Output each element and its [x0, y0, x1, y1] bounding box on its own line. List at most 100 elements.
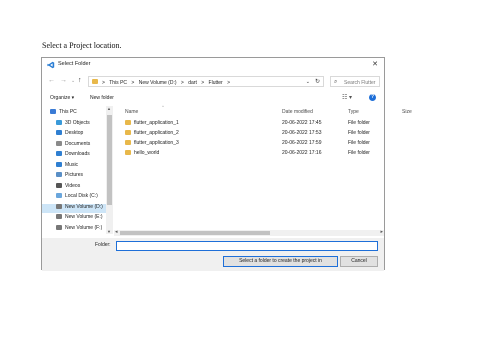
search-input[interactable]: Search Flutter [344, 80, 375, 86]
folder-field[interactable] [116, 241, 378, 251]
sidebar-item[interactable]: New Volume (F:) [56, 224, 103, 234]
sidebar-item-label: 3D Objects [65, 119, 90, 126]
organize-button[interactable]: Organize ▾ [50, 95, 74, 101]
breadcrumb-separator: > [227, 79, 231, 86]
address-dropdown-icon[interactable]: ⌄ [306, 79, 310, 85]
breadcrumb-separator: > [102, 79, 105, 86]
breadcrumb-separator: > [131, 79, 135, 86]
file-row[interactable]: flutter_application_1 20-06-2022 17:45 Fil… [116, 118, 384, 127]
file-type: File folder [348, 150, 370, 156]
navigation-scrollbar[interactable]: ▲ ▼ [106, 106, 113, 234]
column-header-date[interactable]: Date modified [282, 109, 313, 115]
drive-icon [56, 203, 62, 209]
sidebar-item-label: Videos [65, 182, 81, 189]
sidebar-item[interactable]: New Volume (D:) [42, 203, 106, 213]
refresh-icon[interactable]: ↻ [315, 78, 320, 85]
back-arrow-icon[interactable]: ← [48, 77, 55, 84]
breadcrumb-separator: > [180, 79, 184, 86]
document-icon [56, 140, 62, 146]
sidebar-item[interactable]: 3D Objects [56, 119, 90, 129]
sidebar-item-label: New Volume (F:) [65, 224, 103, 231]
sidebar-item-label: This PC [59, 109, 77, 115]
breadcrumb-this-pc[interactable]: This PC [109, 80, 127, 86]
command-bar: Organize ▾ New folder ☷ ▾ ? [42, 93, 384, 105]
pictures-icon [56, 172, 62, 177]
folder-icon [125, 150, 131, 155]
sidebar-item-label: Downloads [65, 151, 90, 157]
sidebar-item[interactable]: Documents [56, 140, 91, 150]
sidebar-item-label: Desktop [65, 130, 84, 136]
file-type: File folder [348, 120, 370, 126]
file-row[interactable]: hello_world 20-06-2022 17:16 File folder [116, 148, 384, 157]
recent-locations-chevron-icon[interactable]: ⌄ [71, 78, 75, 84]
new-folder-button[interactable]: New folder [90, 95, 114, 101]
search-icon: ⌕ [334, 78, 338, 85]
scroll-up-icon[interactable]: ▲ [107, 106, 111, 111]
up-arrow-icon[interactable]: ↑ [78, 77, 82, 84]
file-name: flutter_application_3 [134, 140, 179, 146]
sidebar-item[interactable]: New Volume (E:) [56, 214, 103, 223]
drive-icon [56, 193, 62, 198]
close-icon[interactable]: ✕ [372, 60, 378, 68]
sort-up-icon: ^ [162, 104, 164, 109]
file-name: flutter_application_2 [134, 130, 179, 136]
page-caption: Select a Project location. [42, 41, 122, 50]
sidebar-item[interactable]: Desktop [56, 130, 83, 139]
file-date: 20-06-2022 17:45 [282, 120, 322, 126]
sidebar-item-label: Music [65, 161, 79, 168]
title-bar: Select Folder ✕ [42, 58, 384, 72]
help-icon[interactable]: ? [369, 94, 376, 101]
sidebar-item-label: New Volume (D:) [65, 203, 103, 210]
horizontal-scrollbar[interactable]: ◂ ▸ [114, 229, 384, 236]
sidebar-item[interactable]: Pictures [56, 172, 83, 181]
address-bar[interactable]: > This PC > New Volume (D:) > dart > Flu… [88, 76, 324, 87]
file-row[interactable]: flutter_application_3 20-06-2022 17:59 Fil… [116, 138, 384, 147]
scroll-right-icon[interactable]: ▸ [380, 229, 383, 235]
column-header-size[interactable]: Size [402, 109, 412, 115]
breadcrumb-flutter[interactable]: Flutter [209, 80, 223, 86]
video-icon [56, 182, 62, 188]
view-options-icon[interactable]: ☷ ▾ [342, 94, 352, 101]
column-header-name[interactable]: Name [125, 109, 138, 115]
cancel-button[interactable]: Cancel [340, 256, 378, 267]
file-date: 20-06-2022 17:53 [282, 130, 322, 136]
folder-label: Folder: [95, 242, 111, 248]
dialog-title: Select Folder [58, 61, 91, 67]
dialog-footer: Folder: Select a folder to create the pr… [42, 238, 384, 271]
file-row[interactable]: flutter_application_2 20-06-2022 17:53 Fil… [116, 128, 384, 137]
sidebar-item[interactable]: This PC [50, 109, 77, 118]
sidebar-item[interactable]: Local Disk (C:) [56, 193, 98, 202]
file-type: File folder [348, 130, 370, 136]
vscode-icon [47, 61, 55, 69]
file-date: 20-06-2022 17:59 [282, 140, 322, 146]
sidebar-item[interactable]: Music [56, 161, 79, 171]
search-box[interactable]: ⌕ Search Flutter [330, 76, 380, 87]
file-name: hello_world [134, 150, 160, 156]
scrollbar-thumb[interactable] [120, 231, 270, 235]
folder-icon [92, 79, 98, 84]
forward-arrow-icon[interactable]: → [60, 77, 67, 84]
file-list: Name ^ Date modified Type Size flutter_a… [116, 104, 412, 228]
navigation-row: ← → ⌄ ↑ > This PC > New Volume (D:) > da… [42, 74, 384, 90]
pc-icon [50, 109, 56, 114]
breadcrumb-dart[interactable]: dart [188, 80, 197, 86]
file-type: File folder [348, 140, 370, 146]
file-name: flutter_application_1 [134, 120, 179, 126]
scroll-down-icon[interactable]: ▼ [107, 229, 111, 234]
scroll-left-icon[interactable]: ◂ [115, 229, 118, 235]
sidebar-item[interactable]: Downloads [56, 151, 90, 160]
breadcrumb-new-volume-d[interactable]: New Volume (D:) [139, 80, 177, 86]
folder-icon [125, 120, 131, 125]
sidebar-item-label: Documents [65, 140, 91, 147]
sidebar-item-label: Local Disk (C:) [65, 193, 98, 199]
sidebar-item[interactable]: Videos [56, 182, 81, 192]
sidebar-item-label: New Volume (E:) [65, 214, 103, 220]
select-folder-button[interactable]: Select a folder to create the project in [223, 256, 338, 267]
folder-icon [125, 130, 131, 135]
download-icon [56, 151, 62, 156]
column-header-type[interactable]: Type [348, 109, 359, 115]
scrollbar-thumb[interactable] [107, 115, 112, 205]
sidebar-item-label: Pictures [65, 172, 84, 178]
file-date: 20-06-2022 17:16 [282, 150, 322, 156]
navigation-pane: This PC 3D Objects Desktop Documents Downloa… [42, 106, 114, 234]
